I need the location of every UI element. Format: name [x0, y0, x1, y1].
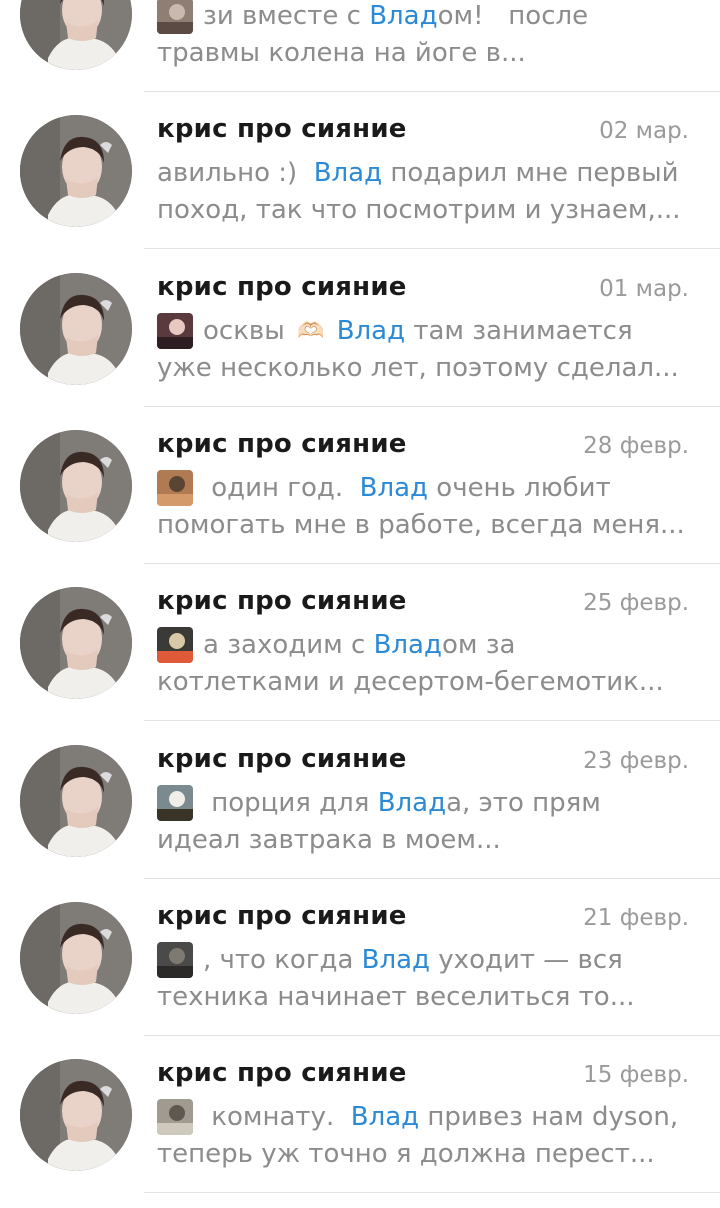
row-separator	[144, 1035, 720, 1036]
row-separator	[144, 878, 720, 879]
snippet-line-2: поход, так что посмотрим и узнаем,...	[157, 195, 681, 225]
search-match-highlight: Влад	[369, 1, 438, 31]
result-item[interactable]: крис про сияние06 мар.зи вместе с Владом…	[0, 0, 720, 114]
avatar-photo	[20, 0, 132, 70]
snippet-text: подарил мне первый	[382, 158, 679, 188]
snippet-line-1: зи вместе с Влад ом! после	[157, 0, 588, 34]
result-item[interactable]: крис про сияние 21 февр. , что когда Влад …	[0, 901, 720, 1058]
avatar[interactable]	[20, 1059, 132, 1171]
message-date: 23 февр.	[583, 748, 689, 774]
snippet-line-2: уже несколько лет, поэтому сделал...	[157, 353, 679, 383]
search-match-highlight: Влад	[373, 630, 442, 660]
avatar[interactable]	[20, 0, 132, 70]
snippet-line-1: а заходим с Влад ом за	[157, 627, 515, 663]
photo-thumbnail	[157, 785, 193, 821]
search-match-highlight: Влад	[361, 945, 431, 975]
snippet-line-2: травмы колена на йоге в...	[157, 38, 526, 68]
avatar-photo	[20, 902, 132, 1014]
search-results-list: крис про сияние06 мар.зи вместе с Владом…	[0, 0, 720, 1208]
snippet-text: там занимается	[405, 316, 633, 346]
snippet-line-1: авильно :) Влад подарил мне первый	[157, 155, 679, 191]
avatar[interactable]	[20, 745, 132, 857]
row-separator	[144, 563, 720, 564]
row-separator	[144, 1192, 720, 1193]
channel-title: крис про сияние	[157, 429, 407, 459]
channel-title: крис про сияние	[157, 272, 407, 302]
row-separator	[144, 720, 720, 721]
photo-thumbnail	[157, 313, 193, 349]
result-item[interactable]: крис про сияние 25 февр. а заходим с Влад о…	[0, 586, 720, 743]
result-item[interactable]: крис про сияние 28 февр. один год. Влад о…	[0, 429, 720, 586]
snippet-text: а, это прям	[446, 788, 601, 818]
snippet-line-1: один год. Влад очень любит	[157, 470, 611, 506]
avatar[interactable]	[20, 902, 132, 1014]
snippet-text: ом за	[441, 630, 516, 660]
search-match-highlight: Влад	[350, 1102, 420, 1132]
snippet-line-2: идеал завтрака в моем...	[157, 825, 501, 855]
result-item[interactable]: крис про сияние 23 февр. порция для Влад а…	[0, 744, 720, 901]
message-date: 01 мар.	[599, 276, 689, 302]
photo-thumbnail	[157, 627, 193, 663]
channel-title: крис про сияние	[157, 586, 407, 616]
heart-hands-emoji-icon: 🫶🏻	[297, 318, 325, 344]
result-item[interactable]: крис про сияние 02 мар. авильно :) Влад по…	[0, 114, 720, 271]
snippet-text: зи вместе с	[203, 1, 370, 31]
row-separator	[144, 406, 720, 407]
avatar-photo	[20, 430, 132, 542]
row-separator	[144, 248, 720, 249]
message-date: 02 мар.	[599, 118, 689, 144]
snippet-text: очень любит	[428, 473, 611, 503]
message-date: 15 февр.	[583, 1062, 689, 1088]
channel-title: крис про сияние	[157, 114, 407, 144]
avatar-photo	[20, 1059, 132, 1171]
snippet-line-2: теперь уж точно я должна перест...	[157, 1139, 655, 1169]
photo-thumbnail	[157, 470, 193, 506]
avatar[interactable]	[20, 430, 132, 542]
snippet-text: один год.	[203, 473, 360, 503]
avatar-photo	[20, 115, 132, 227]
snippet-text: , что когда	[203, 945, 362, 975]
snippet-text: ом! после	[437, 1, 589, 31]
snippet-text: уходит — вся	[430, 945, 623, 975]
search-match-highlight: Влад	[313, 158, 383, 188]
avatar[interactable]	[20, 587, 132, 699]
message-date: 21 февр.	[583, 905, 689, 931]
avatar-photo	[20, 273, 132, 385]
avatar-photo	[20, 587, 132, 699]
search-match-highlight: Влад	[377, 788, 447, 818]
snippet-line-2: техника начинает веселиться то...	[157, 982, 635, 1012]
result-item[interactable]: крис про сияние 01 мар. осквы 🫶🏻 Влад там …	[0, 272, 720, 429]
search-match-highlight: Влад	[359, 473, 429, 503]
snippet-line-1: комнату. Влад привез нам dyson,	[157, 1099, 678, 1135]
avatar-photo	[20, 745, 132, 857]
message-date: 28 февр.	[583, 433, 689, 459]
snippet-text: авильно :)	[157, 158, 314, 188]
snippet-line-2: помогать мне в работе, всегда меня...	[157, 510, 685, 540]
channel-title: крис про сияние	[157, 901, 407, 931]
search-match-highlight: Влад	[336, 316, 406, 346]
snippet-text: осквы	[203, 316, 294, 346]
snippet-text: а заходим с	[203, 630, 374, 660]
avatar[interactable]	[20, 115, 132, 227]
photo-thumbnail	[157, 942, 193, 978]
avatar[interactable]	[20, 273, 132, 385]
photo-thumbnail	[157, 0, 193, 34]
message-date: 25 февр.	[583, 590, 689, 616]
channel-title: крис про сияние	[157, 1058, 407, 1088]
snippet-line-1: , что когда Влад уходит — вся	[157, 942, 623, 978]
snippet-line-1: порция для Влад а, это прям	[157, 785, 601, 821]
channel-title: крис про сияние	[157, 744, 407, 774]
snippet-text: комнату.	[203, 1102, 351, 1132]
snippet-text: порция для	[203, 788, 378, 818]
row-separator	[144, 91, 720, 92]
snippet-line-2: котлетками и десертом-бегемотик...	[157, 667, 664, 697]
photo-thumbnail	[157, 1099, 193, 1135]
snippet-text: привез нам dyson,	[419, 1102, 679, 1132]
snippet-line-1: осквы 🫶🏻 Влад там занимается	[157, 313, 633, 349]
result-item[interactable]: крис про сияние 15 февр. комнату. Влад пр…	[0, 1058, 720, 1208]
